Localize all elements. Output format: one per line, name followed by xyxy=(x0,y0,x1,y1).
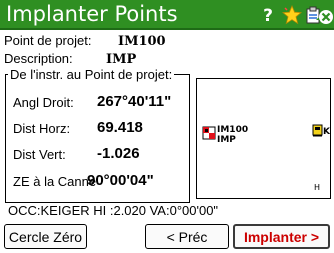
group-row-value: -1.026 xyxy=(97,145,140,162)
svg-text:?: ? xyxy=(263,6,273,24)
row-label: Dist Vert: xyxy=(13,147,66,162)
map-h-label: H xyxy=(314,183,320,192)
description-value: IMP xyxy=(106,52,137,67)
group-title: De l'instr. au Point de projet: xyxy=(8,67,175,82)
group-row-value: 267°40'11" xyxy=(97,93,171,110)
previous-button[interactable]: < Préc xyxy=(145,224,229,249)
group-row: Angl Droit: xyxy=(13,95,74,110)
row-value: 69.418 xyxy=(97,119,143,136)
map-station-label: K xyxy=(323,127,330,137)
row-value: -1.026 xyxy=(97,145,140,162)
row-label: Dist Horz: xyxy=(13,121,71,136)
occupation-status: OCC:KEIGER HI :2.020 VA:0°00'00" xyxy=(8,203,219,218)
design-point-icon xyxy=(202,126,216,140)
group-row: Dist Vert: xyxy=(13,147,66,162)
group-row-value: 90°00'04" xyxy=(87,172,154,189)
point-label: Point de projet: xyxy=(4,33,92,48)
description-value-wrap: IMP xyxy=(106,51,136,67)
row-value: 90°00'04" xyxy=(87,172,154,189)
group-row-value: 69.418 xyxy=(97,119,143,136)
title-bar: Implanter Points ? xyxy=(0,0,334,30)
map-point-name: IM100 xyxy=(217,125,248,135)
row-label: ZE à la Canne xyxy=(13,174,97,189)
stakeout-map[interactable]: IM100 IMP K H xyxy=(196,78,331,199)
row-value: 267°40'11" xyxy=(97,93,172,110)
favorite-star-icon[interactable] xyxy=(282,5,302,25)
map-canvas: IM100 IMP K H xyxy=(202,124,330,192)
point-row: Point de projet: xyxy=(4,33,91,48)
group-row: Dist Horz: xyxy=(13,121,70,136)
stake-out-button[interactable]: Implanter > xyxy=(233,224,330,249)
point-value-wrap: IM100 xyxy=(118,33,166,49)
close-icon[interactable] xyxy=(318,7,334,27)
group-row: ZE à la Canne xyxy=(13,174,96,189)
description-row: Description: xyxy=(4,51,73,66)
map-point-desc: IMP xyxy=(217,135,236,145)
instrument-station-icon xyxy=(312,124,323,137)
description-label: Description: xyxy=(4,51,73,66)
window-title: Implanter Points xyxy=(6,2,178,26)
row-label: Angl Droit: xyxy=(13,95,74,110)
zero-circle-button[interactable]: Cercle Zéro xyxy=(4,224,87,249)
point-value: IM100 xyxy=(118,34,166,49)
help-icon[interactable]: ? xyxy=(258,5,278,25)
